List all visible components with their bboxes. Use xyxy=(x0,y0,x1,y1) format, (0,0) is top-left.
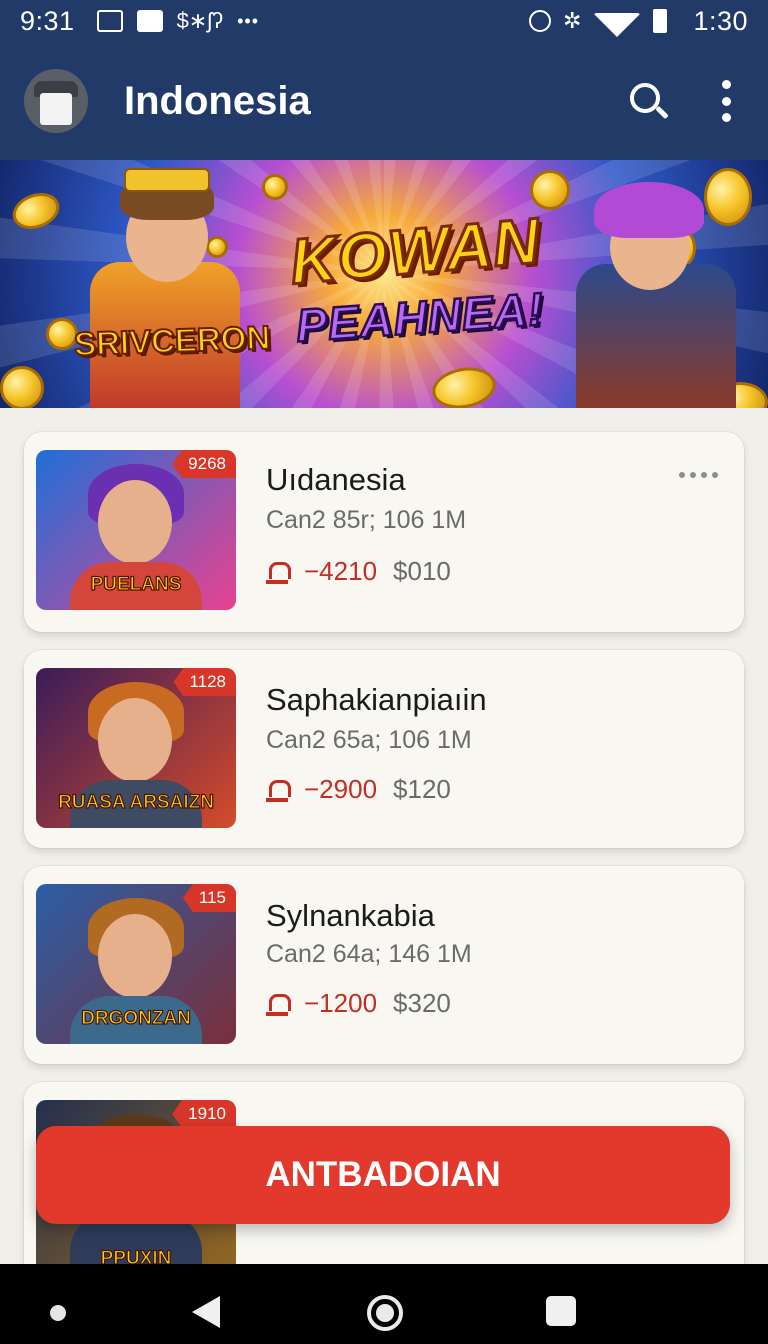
banner-left-label: SRIVCERON xyxy=(72,318,271,364)
coin-icon xyxy=(0,366,44,408)
thumb-face xyxy=(98,914,172,998)
primary-action-button[interactable]: ANTBADOIAN xyxy=(36,1126,730,1224)
game-title: Sylnankabia xyxy=(266,898,435,933)
trend-icon xyxy=(266,992,291,1016)
more-notifications-icon: ••• xyxy=(237,10,260,31)
page-title: Indonesia xyxy=(124,78,311,123)
alarm-icon xyxy=(529,10,551,32)
game-delta: −4210 xyxy=(304,556,378,586)
game-thumbnail[interactable]: DRGONZAN 115 xyxy=(36,884,236,1044)
game-card[interactable]: PUELANS 9268 Uıdanesia Can2 85r; 106 1M … xyxy=(24,432,744,632)
battery-icon xyxy=(653,9,668,33)
back-icon[interactable] xyxy=(192,1296,220,1328)
trend-icon xyxy=(266,778,291,802)
game-price: $120 xyxy=(393,774,451,804)
game-meta: Can2 85r; 106 1M xyxy=(266,506,467,534)
game-stats: −4210 $010 xyxy=(266,556,451,587)
menu-dot xyxy=(679,472,685,478)
status-icons-left: $∗ʃʔ ••• xyxy=(96,8,260,34)
menu-dot xyxy=(712,472,718,478)
game-meta: Can2 65a; 106 1M xyxy=(266,726,472,754)
nav-dot-icon[interactable] xyxy=(50,1305,66,1321)
recents-icon[interactable] xyxy=(546,1296,576,1326)
status-bar: 9:31 $∗ʃʔ ••• ✲ 1:30 xyxy=(0,0,768,42)
app-bar: Indonesia xyxy=(0,42,768,160)
game-stats: −2900 $120 xyxy=(266,774,451,805)
rank-badge: 9268 xyxy=(172,450,236,478)
rank-badge: 1910 xyxy=(172,1100,236,1128)
rank-badge: 1128 xyxy=(173,668,236,696)
coin-icon xyxy=(262,174,288,200)
bluetooth-icon: ✲ xyxy=(563,8,582,33)
game-card[interactable]: DRGONZAN 115 Sylnankabia Can2 64a; 146 1… xyxy=(24,866,744,1064)
game-title: Uıdanesia xyxy=(266,462,406,497)
more-dot xyxy=(721,80,731,89)
wifi-icon xyxy=(593,13,642,37)
trend-icon xyxy=(266,560,291,584)
menu-dot xyxy=(690,472,696,478)
thumb-label: PUELANS xyxy=(90,573,182,595)
game-thumbnail[interactable]: PUELANS 9268 xyxy=(36,450,236,610)
banner-hero-right xyxy=(566,164,746,408)
rank-badge: 115 xyxy=(182,884,236,912)
card-menu-icon[interactable] xyxy=(679,472,718,478)
image-icon xyxy=(96,10,123,32)
hero-hair xyxy=(594,182,704,238)
thumb-label: DRGONZAN xyxy=(81,1007,192,1029)
status-icons-right: ✲ 1:30 xyxy=(529,6,748,37)
status-clock: 1:30 xyxy=(693,5,748,36)
status-time: 9:31 xyxy=(20,5,75,36)
game-delta: −2900 xyxy=(304,774,378,804)
menu-dot xyxy=(701,472,707,478)
search-handle xyxy=(655,105,669,120)
thumb-face xyxy=(98,480,172,564)
app-logo-icon[interactable] xyxy=(24,69,88,133)
banner-hero-left xyxy=(82,164,252,408)
game-meta: Can2 64a; 146 1M xyxy=(266,940,472,968)
game-price: $010 xyxy=(393,556,451,586)
more-dot xyxy=(721,96,731,106)
app-bar-actions xyxy=(628,80,732,122)
thumb-face xyxy=(98,698,172,782)
game-card[interactable]: RUASA ARSAIZN 1128 Saphakianpiaıin Can2 … xyxy=(24,650,744,848)
game-stats: −1200 $320 xyxy=(266,988,451,1019)
more-dot xyxy=(721,113,731,122)
thumb-label: RUASA ARSAIZN xyxy=(57,791,214,813)
game-price: $320 xyxy=(393,988,451,1018)
chart-icon xyxy=(136,10,163,32)
signal-text: $∗ʃʔ xyxy=(176,8,224,33)
game-thumbnail[interactable]: RUASA ARSAIZN 1128 xyxy=(36,668,236,828)
system-nav-bar xyxy=(0,1264,768,1344)
more-vert-icon[interactable] xyxy=(720,80,732,122)
game-title: Saphakianpiaıin xyxy=(266,682,487,717)
search-icon[interactable] xyxy=(628,81,669,121)
home-icon[interactable] xyxy=(367,1295,403,1331)
logo-door xyxy=(40,93,72,125)
game-delta: −1200 xyxy=(304,988,378,1018)
promo-banner[interactable]: SRIVCERON KOWAN PEAHNEA! xyxy=(0,160,768,408)
hero-crown xyxy=(124,168,210,192)
